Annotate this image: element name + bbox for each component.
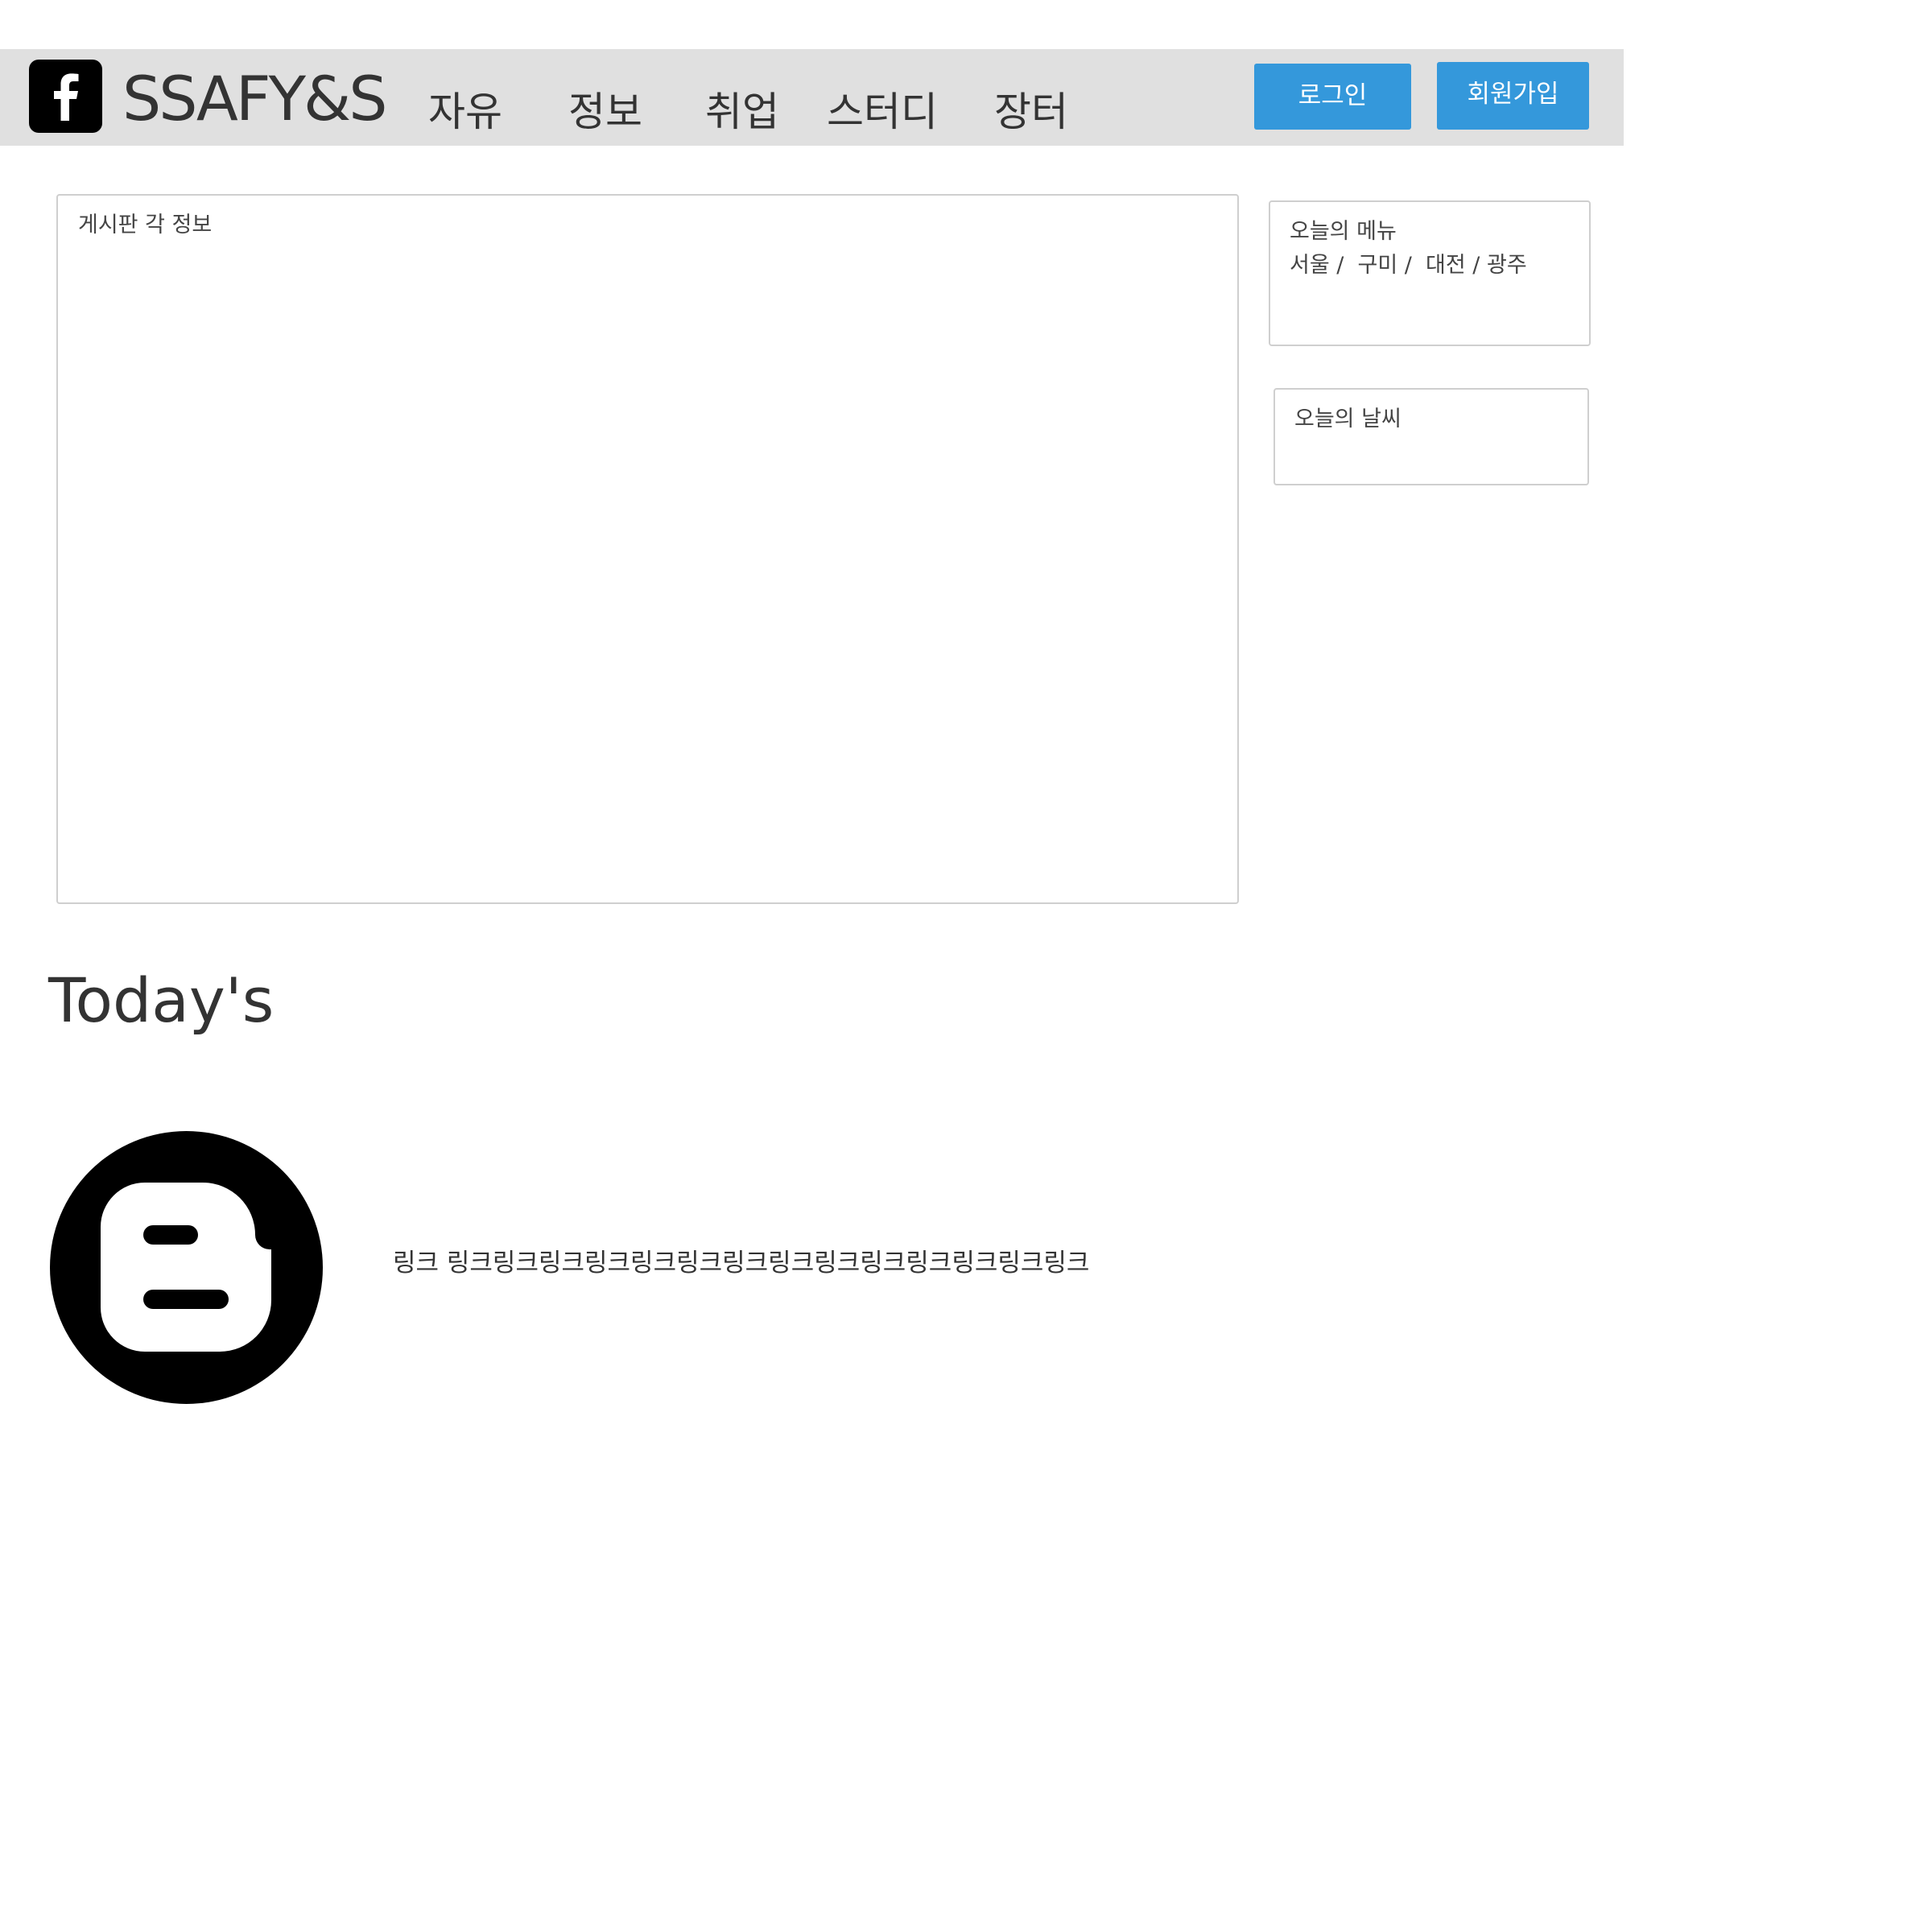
board-info-panel: 게시판 각 정보 xyxy=(56,194,1239,904)
today-menu-panel: 오늘의 메뉴 서울 / 구미 / 대전 / 광주 xyxy=(1269,200,1591,346)
nav-item-jobs[interactable]: 취업 xyxy=(705,84,779,140)
board-info-title: 게시판 각 정보 xyxy=(78,213,213,237)
blogger-icon[interactable] xyxy=(50,1131,323,1404)
nav-item-free[interactable]: 자유 xyxy=(428,84,502,140)
nav-item-market[interactable]: 장터 xyxy=(994,84,1068,140)
today-menu-title: 오늘의 메뉴 xyxy=(1290,219,1397,244)
nav-item-info[interactable]: 정보 xyxy=(568,84,642,140)
nav-item-study[interactable]: 스터디 xyxy=(827,84,938,140)
login-button[interactable]: 로그인 xyxy=(1254,64,1411,130)
facebook-icon[interactable] xyxy=(29,60,102,133)
today-weather-title: 오늘의 날씨 xyxy=(1294,407,1402,431)
signup-button[interactable]: 회원가입 xyxy=(1437,62,1589,130)
brand-title[interactable]: SSAFY&S xyxy=(122,61,388,137)
today-weather-panel: 오늘의 날씨 xyxy=(1274,388,1589,485)
today-menu-regions: 서울 / 구미 / 대전 / 광주 xyxy=(1290,253,1527,278)
today-link[interactable]: 링크 링크링크링크링크링크링크링크링크링크링크링크링크링크링크 xyxy=(393,1245,1089,1282)
today-section-title: Today's xyxy=(48,964,275,1036)
